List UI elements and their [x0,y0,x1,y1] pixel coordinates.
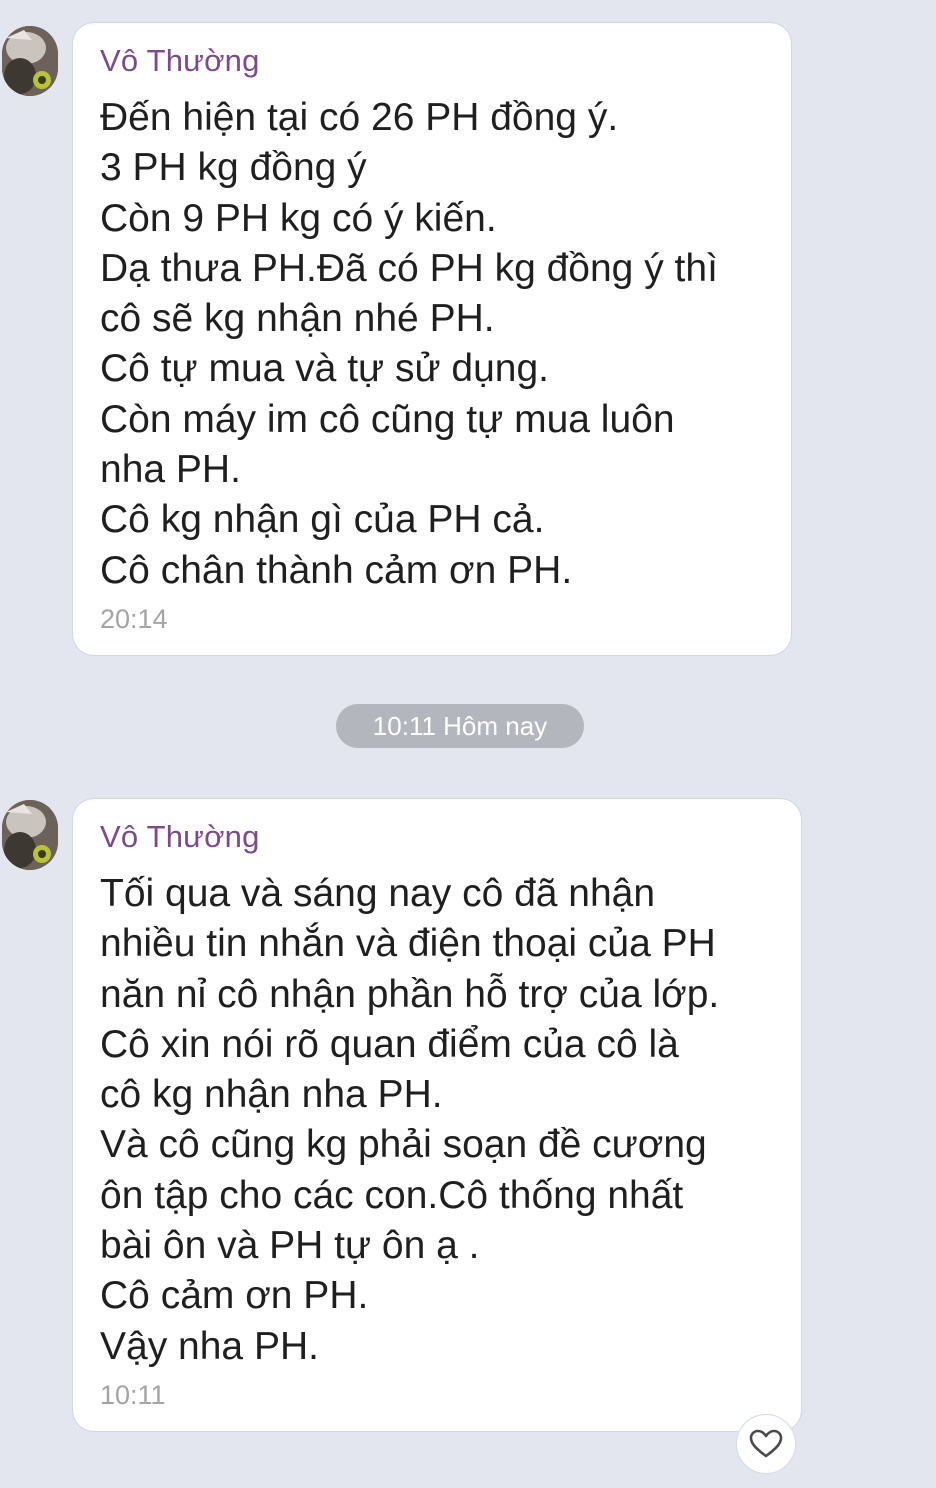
message-bubble[interactable]: Vô Thường Tối qua và sáng nay cô đã nhận… [72,798,802,1432]
react-heart-button[interactable] [736,1414,796,1474]
message-line: Và cô cũng kg phải soạn đề cương [100,1123,707,1167]
message-line: Cô chân thành cảm ơn PH. [100,548,573,592]
message-time: 10:11 [100,1379,166,1410]
avatar-photo-icon [2,26,58,96]
message-line: Tối qua và sáng nay cô đã nhận [100,872,656,915]
heart-outline-icon [749,1429,783,1458]
message-line: năn nỉ cô nhận phần hỗ trợ của lớp. [100,972,720,1016]
message-line: 3 PH kg đồng ý [100,146,367,190]
sender-name[interactable]: Vô Thường [100,817,777,857]
message-line: Cô tự mua và tự sử dụng. [100,347,550,391]
sender-avatar[interactable] [2,800,58,870]
date-divider: 10:11 Hôm nay [336,704,584,748]
message-line: Đến hiện tại có 26 PH đồng ý. [100,96,619,139]
chat-conversation: Vô Thường Đến hiện tại có 26 PH đồng ý. … [0,0,936,1488]
message-bubble[interactable]: Vô Thường Đến hiện tại có 26 PH đồng ý. … [72,22,792,656]
message-line: Vậy nha PH. [100,1324,319,1368]
message-line: Còn máy im cô cũng tự mua luôn [100,397,675,441]
message-line: Cô cảm ơn PH. [100,1274,369,1318]
sender-name[interactable]: Vô Thường [100,41,767,81]
message-text: Đến hiện tại có 26 PH đồng ý. 3 PH kg đồ… [100,93,767,596]
message-line: Dạ thưa PH.Đã có PH kg đồng ý thì [100,246,718,290]
message-line: ôn tập cho các con.Cô thống nhất [100,1173,684,1217]
sender-avatar[interactable] [2,26,58,96]
message-line: nhiều tin nhắn và điện thoại của PH [100,922,716,966]
message-line: cô kg nhận nha PH. [100,1073,443,1117]
message-text: Tối qua và sáng nay cô đã nhận nhiều tin… [100,869,777,1372]
message-line: cô sẽ kg nhận nhé PH. [100,297,495,341]
message-line: bài ôn và PH tự ôn ạ . [100,1224,480,1268]
message-time: 20:14 [100,603,168,634]
avatar-photo-icon [2,800,58,870]
message-line: Còn 9 PH kg có ý kiến. [100,196,497,240]
message-line: Cô kg nhận gì của PH cả. [100,498,545,542]
message-line: Cô xin nói rõ quan điểm của cô là [100,1022,679,1066]
message-line: nha PH. [100,448,241,492]
